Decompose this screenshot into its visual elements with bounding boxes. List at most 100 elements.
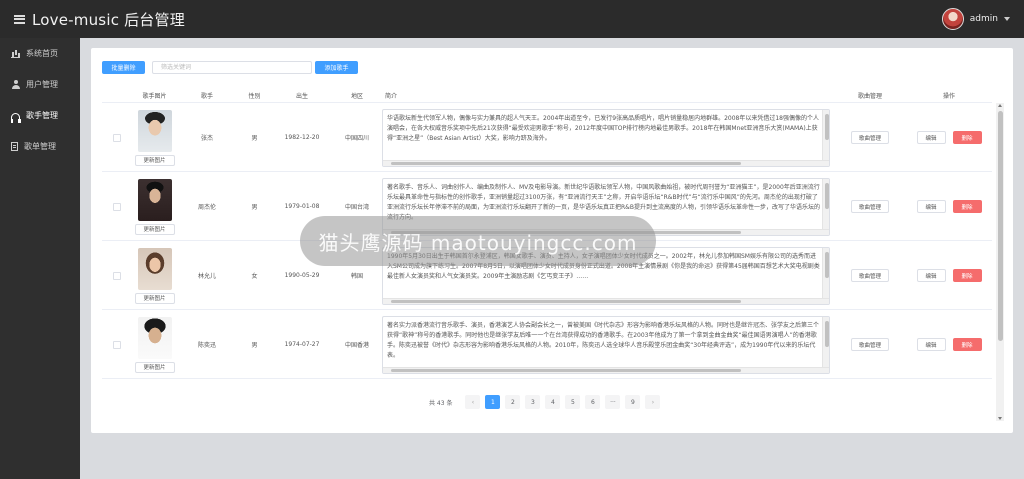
singer-intro: 著名实力派香港流行音乐歌手、演员，香港演艺人协会副会长之一，曾被美国《时代杂志》… xyxy=(387,321,820,359)
intro-scroll-box[interactable]: 华语歌坛新生代领军人物，偶像与实力兼具的超人气天王。2004年出道至今，已发行9… xyxy=(382,108,830,167)
table-row: 更新图片 林允儿 女 1990-05-29 韩国 1990年5月30日出生于韩国… xyxy=(102,242,992,310)
update-image-button[interactable]: 更新图片 xyxy=(134,292,175,304)
prev-page-button[interactable]: ‹ xyxy=(465,395,481,409)
search-input[interactable] xyxy=(152,60,312,74)
intro-vertical-scrollbar[interactable] xyxy=(822,109,829,166)
song-manage-cell: 歌曲管理 xyxy=(834,173,906,240)
table-vertical-scrollbar[interactable] xyxy=(996,103,1004,421)
singer-intro: 著名歌手、音乐人、词曲创作人、编曲及制作人、MV及电影导演。新世纪华语歌坛领军人… xyxy=(387,183,820,221)
singer-area: 中国台湾 xyxy=(344,204,369,211)
intro-horizontal-scrollbar[interactable] xyxy=(383,297,829,304)
singer-table: 歌手图片 歌手 性别 出生 地区 简介 歌曲管理 操作 更新图片 张杰 男 19… xyxy=(102,87,1004,421)
header-birth: 出生 xyxy=(295,92,308,100)
singer-birth: 1979-01-08 xyxy=(284,203,320,210)
toolbar: 批量删除 添加歌手 xyxy=(102,60,358,74)
intro-horizontal-scrollbar[interactable] xyxy=(383,366,829,373)
intro-scroll-box[interactable]: 1990年5月30日出生于韩国首尔永登浦区，韩国女歌手、演员、主持人，女子演唱团… xyxy=(382,246,830,305)
total-count: 共 43 条 xyxy=(429,399,453,407)
page-button-1[interactable]: 1 xyxy=(485,395,501,409)
header-singer: 歌手 xyxy=(200,92,213,100)
page-button-9[interactable]: 9 xyxy=(625,395,641,409)
singer-name: 张杰 xyxy=(200,135,213,142)
intro-cell: 1990年5月30日出生于韩国首尔永登浦区，韩国女歌手、演员、主持人，女子演唱团… xyxy=(382,242,834,309)
page-button-5[interactable]: 5 xyxy=(565,395,581,409)
singer-photo xyxy=(137,247,172,290)
intro-horizontal-scrollbar[interactable] xyxy=(383,159,829,166)
singer-sex: 男 xyxy=(251,342,258,349)
edit-button[interactable]: 编辑 xyxy=(916,200,946,213)
image-cell: 更新图片 xyxy=(132,311,177,378)
hamburger-icon xyxy=(13,14,25,24)
delete-button[interactable]: 删除 xyxy=(952,338,982,351)
header-area: 地区 xyxy=(350,92,363,100)
avatar[interactable] xyxy=(941,8,964,30)
singer-name: 陈奕迅 xyxy=(197,342,216,349)
song-manage-button[interactable]: 歌曲管理 xyxy=(851,131,889,144)
row-checkbox[interactable] xyxy=(113,271,121,280)
sidebar-item-playlists[interactable]: 歌单管理 xyxy=(0,131,80,162)
intro-scroll-box[interactable]: 著名歌手、音乐人、词曲创作人、编曲及制作人、MV及电影导演。新世纪华语歌坛领军人… xyxy=(382,177,830,236)
intro-horizontal-scrollbar[interactable] xyxy=(383,228,829,235)
intro-cell: 著名实力派香港流行音乐歌手、演员，香港演艺人协会副会长之一，曾被美国《时代杂志》… xyxy=(382,311,834,378)
song-manage-cell: 歌曲管理 xyxy=(834,104,906,171)
row-checkbox-cell xyxy=(102,173,132,240)
edit-button[interactable]: 编辑 xyxy=(916,131,946,144)
delete-button[interactable]: 删除 xyxy=(952,131,982,144)
header-sex: 性别 xyxy=(248,92,261,100)
edit-button[interactable]: 编辑 xyxy=(916,269,946,282)
row-checkbox-cell xyxy=(102,311,132,378)
page-button-4[interactable]: 4 xyxy=(545,395,561,409)
scroll-down-icon[interactable] xyxy=(997,417,1002,420)
intro-vertical-scrollbar[interactable] xyxy=(822,247,829,304)
scroll-up-icon[interactable] xyxy=(997,104,1002,107)
batch-delete-button[interactable]: 批量删除 xyxy=(102,60,145,74)
delete-button[interactable]: 删除 xyxy=(952,269,982,282)
app-title: Love-music 后台管理 xyxy=(32,10,185,29)
header-ops: 操作 xyxy=(942,92,955,100)
row-checkbox-cell xyxy=(102,104,132,171)
song-manage-button[interactable]: 歌曲管理 xyxy=(851,200,889,213)
next-page-button[interactable]: › xyxy=(645,395,661,409)
page-ellipsis-button[interactable]: ··· xyxy=(605,395,621,409)
delete-button[interactable]: 删除 xyxy=(952,200,982,213)
sidebar-item-singers[interactable]: 歌手管理 xyxy=(0,100,80,131)
sidebar-item-users[interactable]: 用户管理 xyxy=(0,69,80,100)
sidebar-item-dashboard[interactable]: 系统首页 xyxy=(0,38,80,69)
headphones-icon xyxy=(10,113,21,123)
row-checkbox[interactable] xyxy=(113,202,121,211)
row-checkbox[interactable] xyxy=(113,340,121,349)
song-manage-button[interactable]: 歌曲管理 xyxy=(851,269,889,282)
update-image-button[interactable]: 更新图片 xyxy=(134,223,175,235)
update-image-button[interactable]: 更新图片 xyxy=(134,154,175,166)
intro-vertical-scrollbar[interactable] xyxy=(822,316,829,373)
caret-down-icon[interactable] xyxy=(1004,17,1010,21)
intro-scroll-box[interactable]: 著名实力派香港流行音乐歌手、演员，香港演艺人协会副会长之一，曾被美国《时代杂志》… xyxy=(382,315,830,374)
ops-cell: 编辑 删除 xyxy=(906,242,992,309)
header-intro: 简介 xyxy=(385,92,398,100)
ops-cell: 编辑 删除 xyxy=(906,311,992,378)
row-checkbox-cell xyxy=(102,242,132,309)
row-checkbox[interactable] xyxy=(113,133,121,142)
user-name[interactable]: admin xyxy=(970,14,998,24)
update-image-button[interactable]: 更新图片 xyxy=(134,361,175,373)
singer-birth: 1974-07-27 xyxy=(284,341,320,348)
edit-button[interactable]: 编辑 xyxy=(916,338,946,351)
singer-name: 周杰伦 xyxy=(197,204,216,211)
add-singer-button[interactable]: 添加歌手 xyxy=(315,60,358,74)
scrollbar-thumb[interactable] xyxy=(997,111,1003,341)
singer-name: 林允儿 xyxy=(197,273,216,280)
ops-cell: 编辑 删除 xyxy=(906,104,992,171)
intro-cell: 华语歌坛新生代领军人物，偶像与实力兼具的超人气天王。2004年出道至今，已发行9… xyxy=(382,104,834,171)
singer-sex: 男 xyxy=(251,135,258,142)
table-row: 更新图片 张杰 男 1982-12-20 中国四川 华语歌坛新生代领军人物，偶像… xyxy=(102,104,992,172)
table-row: 更新图片 周杰伦 男 1979-01-08 中国台湾 著名歌手、音乐人、词曲创作… xyxy=(102,173,992,241)
page-button-2[interactable]: 2 xyxy=(505,395,521,409)
song-manage-button[interactable]: 歌曲管理 xyxy=(851,338,889,351)
page-button-6[interactable]: 6 xyxy=(585,395,601,409)
page-button-3[interactable]: 3 xyxy=(525,395,541,409)
menu-toggle-button[interactable] xyxy=(6,0,32,38)
intro-vertical-scrollbar[interactable] xyxy=(822,178,829,235)
sidebar-item-label: 用户管理 xyxy=(26,80,58,89)
user-menu[interactable]: admin xyxy=(941,0,1010,38)
singer-sex: 男 xyxy=(251,204,258,211)
